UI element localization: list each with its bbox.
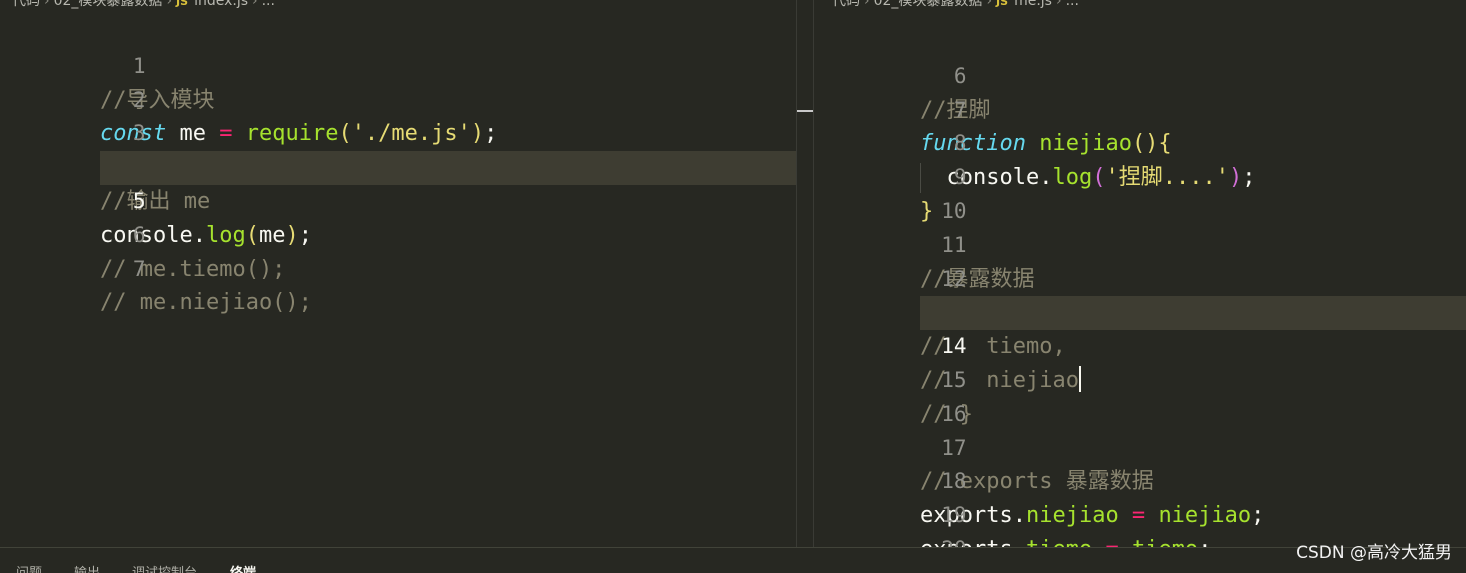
code-line[interactable]: 15 // } bbox=[814, 330, 1466, 427]
panel-tab-bar: 问题 输出 调试控制台 终端 bbox=[0, 547, 1466, 573]
editor-pane-index-js[interactable]: 代码 › 02_模块暴露数据 › JS index.js ›... 1 //导入模块 2 c… bbox=[0, 0, 796, 548]
breadcrumb-symbols[interactable]: ... bbox=[262, 0, 275, 9]
code-line[interactable]: 20 bbox=[814, 499, 1466, 548]
code-line[interactable]: 1 //导入模块 bbox=[0, 16, 796, 113]
breadcrumb: 代码 › 02_模块暴露数据 › JS me.js ›... bbox=[832, 0, 1079, 11]
code-line[interactable]: 16 bbox=[814, 364, 1466, 426]
tab-terminal[interactable]: 终端 bbox=[230, 562, 256, 573]
code-line[interactable]: 19 exports.tiemo = tiemo; bbox=[814, 465, 1466, 548]
code-line[interactable]: 3 bbox=[0, 84, 796, 145]
breadcrumb: 代码 › 02_模块暴露数据 › JS index.js ›... bbox=[12, 0, 275, 11]
line-number: 7 bbox=[132, 256, 146, 281]
code-line[interactable]: 18 exports.niejiao = niejiao; bbox=[814, 432, 1466, 528]
code-line[interactable]: 10 bbox=[814, 161, 1466, 223]
chevron-right-icon: › bbox=[44, 0, 50, 9]
js-file-icon: JS bbox=[996, 0, 1009, 8]
code-line-current[interactable]: 14 // niejiao bbox=[814, 296, 1466, 393]
breadcrumb-folder[interactable]: 代码 bbox=[832, 0, 860, 9]
code-line[interactable]: 6 //捏脚 bbox=[814, 26, 1466, 123]
code-line-current[interactable]: 5 console.log(me); bbox=[0, 151, 796, 248]
breadcrumb-folder[interactable]: 02_模块暴露数据 bbox=[874, 0, 983, 9]
code-lines[interactable]: 1 //导入模块 2 const me = require('./me.js')… bbox=[0, 16, 796, 316]
breadcrumb-symbols[interactable]: ... bbox=[1066, 0, 1079, 9]
breadcrumb-folder[interactable]: 02_模块暴露数据 bbox=[54, 0, 163, 9]
js-file-icon: JS bbox=[176, 0, 189, 8]
breadcrumb-file[interactable]: index.js bbox=[194, 0, 248, 9]
code-line[interactable]: 4 //输出 me bbox=[0, 117, 796, 214]
breadcrumb-folder[interactable]: 代码 bbox=[12, 0, 40, 9]
code-lines[interactable]: 6 //捏脚 7 function niejiao(){ 8 console.l… bbox=[814, 26, 1466, 548]
code-line[interactable]: 13 // tiemo, bbox=[814, 263, 1466, 359]
watermark: CSDN @高冷大猛男 bbox=[1296, 543, 1452, 563]
code-line[interactable]: 11 //暴露数据 bbox=[814, 195, 1466, 292]
tab-output[interactable]: 输出 bbox=[74, 562, 100, 573]
scrollbar-indicator[interactable] bbox=[797, 110, 813, 112]
chevron-right-icon: › bbox=[166, 0, 173, 9]
code-line[interactable]: 8 console.log('捏脚....'); bbox=[814, 94, 1466, 193]
tab-problems[interactable]: 问题 bbox=[16, 562, 42, 573]
code-line[interactable]: 2 const me = require('./me.js'); bbox=[0, 50, 796, 147]
editor-pane-me-js[interactable]: 代码 › 02_模块暴露数据 › JS me.js ›... 6 //捏脚 7 functi… bbox=[814, 0, 1466, 548]
code-line[interactable]: 17 // exports 暴露数据 bbox=[814, 398, 1466, 495]
tab-debug-console[interactable]: 调试控制台 bbox=[132, 562, 197, 573]
chevron-right-icon: › bbox=[252, 0, 258, 9]
code-line[interactable]: 6 // me.tiemo(); bbox=[0, 185, 796, 282]
chevron-right-icon: › bbox=[986, 0, 993, 9]
chevron-right-icon: › bbox=[1055, 0, 1062, 9]
breadcrumb-file[interactable]: me.js bbox=[1014, 0, 1052, 9]
code-line[interactable]: 12 // module.exports = { bbox=[814, 229, 1466, 326]
comment: // me.niejiao(); bbox=[100, 290, 312, 316]
chevron-right-icon: › bbox=[864, 0, 870, 9]
code-line[interactable]: 9 } bbox=[814, 127, 1466, 224]
pane-divider[interactable] bbox=[796, 0, 814, 548]
code-line[interactable]: 7 // me.niejiao(); bbox=[0, 219, 796, 316]
code-line[interactable]: 7 function niejiao(){ bbox=[814, 60, 1466, 157]
